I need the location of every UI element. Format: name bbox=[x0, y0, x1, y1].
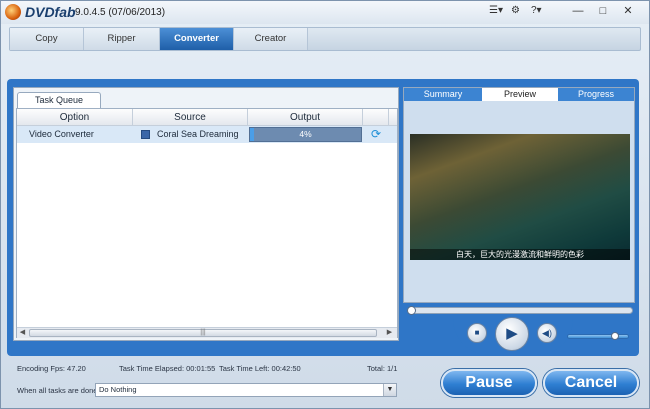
play-icon: ▶ bbox=[506, 325, 518, 342]
tab-copy[interactable]: Copy bbox=[10, 28, 84, 50]
version-label: 9.0.4.5 (07/06/2013) bbox=[75, 7, 166, 18]
option-cell: Video Converter bbox=[29, 129, 94, 139]
source-cell: Coral Sea Dreaming bbox=[157, 129, 239, 139]
module-tab-bar: Copy Ripper Converter Creator bbox=[9, 27, 641, 51]
when-done-value: Do Nothing bbox=[99, 385, 137, 394]
horizontal-scrollbar[interactable]: ◀ ||| ▶ bbox=[17, 327, 397, 338]
layout-menu-icon[interactable]: ☰▾ bbox=[489, 5, 503, 16]
preview-tab-bar: Summary Preview Progress bbox=[404, 88, 634, 101]
total-count: Total: 1/1 bbox=[367, 364, 398, 373]
column-header-output[interactable]: Output bbox=[248, 109, 363, 126]
column-header-source[interactable]: Source bbox=[133, 109, 248, 126]
time-left: Task Time Left: 00:42:50 bbox=[219, 364, 301, 373]
title-bar: DVDfab 9.0.4.5 (07/06/2013) ☰▾ ⚙ ?▾ — □ … bbox=[1, 1, 649, 24]
encoding-fps: Encoding Fps: 47.20 bbox=[17, 364, 86, 373]
scroll-thumb[interactable]: ||| bbox=[29, 329, 377, 337]
tab-creator[interactable]: Creator bbox=[234, 28, 308, 50]
column-header-option[interactable]: Option bbox=[17, 109, 133, 126]
close-button[interactable]: ✕ bbox=[621, 4, 635, 18]
output-progress-bar: 4% bbox=[249, 127, 362, 142]
video-preview: 白天，巨大的光漫激流和鲜明的色彩 bbox=[410, 134, 630, 260]
video-subtitle: 白天，巨大的光漫激流和鲜明的色彩 bbox=[410, 249, 630, 260]
minimize-button[interactable]: — bbox=[571, 4, 585, 18]
dvdfab-logo-icon bbox=[5, 4, 21, 20]
tab-task-queue[interactable]: Task Queue bbox=[17, 92, 101, 108]
chevron-down-icon[interactable]: ▼ bbox=[383, 384, 396, 396]
tab-converter[interactable]: Converter bbox=[160, 28, 234, 50]
scroll-right-icon[interactable]: ▶ bbox=[384, 328, 395, 338]
stop-icon: ■ bbox=[474, 328, 480, 337]
maximize-button[interactable]: □ bbox=[596, 4, 610, 18]
seek-knob[interactable] bbox=[407, 306, 416, 315]
when-done-select[interactable]: Do Nothing ▼ bbox=[95, 383, 397, 397]
pause-button[interactable]: Pause bbox=[441, 369, 537, 397]
tab-ripper[interactable]: Ripper bbox=[84, 28, 160, 50]
gear-icon[interactable]: ⚙ bbox=[511, 5, 520, 16]
tab-progress[interactable]: Progress bbox=[558, 88, 634, 101]
scroll-left-icon[interactable]: ◀ bbox=[17, 328, 28, 338]
main-window: DVDfab 9.0.4.5 (07/06/2013) ☰▾ ⚙ ?▾ — □ … bbox=[0, 0, 650, 409]
seek-slider[interactable] bbox=[407, 306, 633, 315]
stop-button[interactable]: ■ bbox=[467, 323, 487, 343]
tab-summary[interactable]: Summary bbox=[404, 88, 482, 101]
task-grid: Option Source Output Video Converter Cor… bbox=[16, 108, 398, 338]
cancel-button[interactable]: Cancel bbox=[543, 369, 639, 397]
play-button[interactable]: ▶ bbox=[495, 317, 529, 351]
when-done-label: When all tasks are done: bbox=[17, 386, 100, 395]
time-elapsed: Task Time Elapsed: 00:01:55 bbox=[119, 364, 216, 373]
volume-slider[interactable] bbox=[567, 332, 629, 340]
progress-percent: 4% bbox=[299, 129, 312, 139]
brand-name: DVDfab bbox=[25, 4, 76, 20]
tab-preview[interactable]: Preview bbox=[482, 88, 558, 101]
video-file-icon bbox=[141, 130, 150, 139]
help-menu-icon[interactable]: ?▾ bbox=[531, 5, 542, 16]
table-row[interactable]: Video Converter Coral Sea Dreaming 4% ⟳ bbox=[17, 126, 397, 143]
volume-knob[interactable] bbox=[611, 332, 619, 340]
refresh-icon[interactable]: ⟳ bbox=[369, 127, 383, 141]
column-header-action bbox=[363, 109, 389, 126]
grid-header: Option Source Output bbox=[17, 109, 397, 126]
speaker-icon: ◀) bbox=[542, 328, 552, 338]
mute-button[interactable]: ◀) bbox=[537, 323, 557, 343]
